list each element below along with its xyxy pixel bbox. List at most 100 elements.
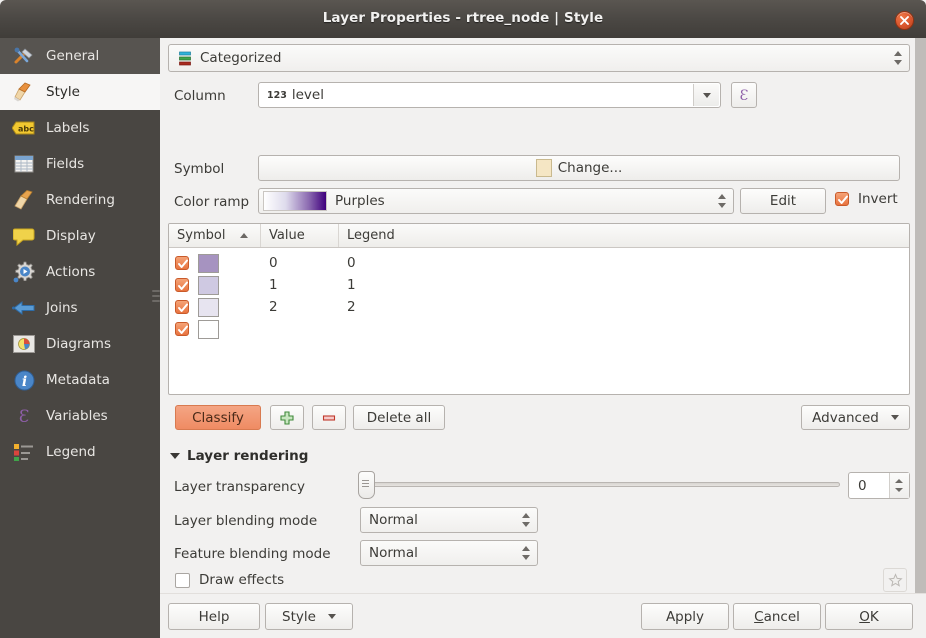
categories-table[interactable]: Symbol Value Legend 0 0 1 1 2 2: [168, 223, 910, 395]
row-checkbox[interactable]: [175, 278, 189, 292]
chevron-down-icon: [327, 614, 336, 619]
table-row[interactable]: 1 1: [169, 274, 909, 296]
advanced-button[interactable]: Advanced: [801, 405, 910, 430]
color-ramp-combo[interactable]: Purples: [258, 188, 734, 214]
renderer-type-combo[interactable]: Categorized: [168, 44, 910, 72]
color-ramp-spin-arrows[interactable]: [718, 193, 727, 209]
svg-text:abc: abc: [18, 125, 34, 134]
spin-arrows[interactable]: [522, 545, 531, 561]
column-input[interactable]: 123 level: [258, 82, 721, 108]
checkmark-icon: [178, 303, 188, 312]
speech-bubble-icon: [11, 224, 37, 248]
cancel-button[interactable]: Cancel: [733, 603, 821, 630]
renderer-type-value: Categorized: [200, 50, 282, 66]
row-color-swatch[interactable]: [198, 275, 219, 295]
table-row[interactable]: 0 0: [169, 252, 909, 274]
row-legend[interactable]: 0: [339, 255, 909, 271]
sidebar-item-diagrams[interactable]: Diagrams: [0, 326, 160, 362]
sort-ascending-icon: [240, 233, 248, 238]
row-value[interactable]: 2: [261, 299, 339, 315]
column-dropdown-arrow[interactable]: [693, 84, 719, 106]
style-menu-button[interactable]: Style: [265, 603, 353, 630]
sidebar-item-label: Metadata: [46, 372, 110, 388]
color-ramp-edit-button[interactable]: Edit: [740, 188, 826, 214]
draw-effects-row[interactable]: Draw effects: [175, 572, 284, 588]
symbol-change-label: Change...: [557, 160, 623, 176]
sidebar-item-labels[interactable]: abc Labels: [0, 110, 160, 146]
sidebar-item-rendering[interactable]: Rendering: [0, 182, 160, 218]
row-color-swatch[interactable]: [198, 297, 219, 317]
row-legend[interactable]: 2: [339, 299, 909, 315]
layer-transparency-slider-handle[interactable]: [358, 471, 375, 499]
row-checkbox[interactable]: [175, 256, 189, 270]
row-value[interactable]: 1: [261, 277, 339, 293]
style-panel: Categorized Column 123 level Ɛ Symbol Ch…: [160, 38, 926, 638]
spin-arrows[interactable]: [889, 473, 909, 498]
layer-properties-dialog: Layer Properties - rtree_node | Style Ge…: [0, 0, 926, 638]
sidebar-item-label: Joins: [46, 300, 78, 316]
feature-blending-mode-combo[interactable]: Normal: [360, 540, 538, 566]
close-icon: [900, 16, 909, 25]
sidebar-item-variables[interactable]: Ɛ Variables: [0, 398, 160, 434]
sidebar-item-legend[interactable]: Legend: [0, 434, 160, 470]
layer-blending-mode-combo[interactable]: Normal: [360, 507, 538, 533]
legend-list-icon: [11, 440, 37, 464]
row-symbol-cell[interactable]: [169, 297, 261, 317]
symbol-change-button[interactable]: Change...: [258, 155, 900, 181]
spin-arrows[interactable]: [522, 512, 531, 528]
column-header-value[interactable]: Value: [261, 224, 339, 247]
layer-transparency-slider-track[interactable]: [360, 482, 840, 487]
sidebar-item-style[interactable]: Style: [0, 74, 160, 110]
classify-button[interactable]: Classify: [175, 405, 261, 430]
sidebar-item-fields[interactable]: Fields: [0, 146, 160, 182]
row-checkbox[interactable]: [175, 300, 189, 314]
window-title: Layer Properties - rtree_node | Style: [322, 10, 604, 26]
layer-transparency-spinbox[interactable]: 0: [848, 472, 910, 499]
sidebar-item-label: General: [46, 48, 100, 64]
invert-checkbox-row[interactable]: Invert: [835, 191, 898, 207]
abc-label-icon: abc: [11, 116, 37, 140]
delete-all-button[interactable]: Delete all: [353, 405, 445, 430]
panel-scrollbar[interactable]: [915, 38, 926, 594]
row-symbol-cell[interactable]: [169, 253, 261, 273]
sidebar-item-metadata[interactable]: i Metadata: [0, 362, 160, 398]
sidebar-item-label: Variables: [46, 408, 108, 424]
row-legend[interactable]: 1: [339, 277, 909, 293]
title-bar[interactable]: Layer Properties - rtree_node | Style: [0, 0, 926, 38]
sidebar-item-joins[interactable]: Joins: [0, 290, 160, 326]
arrow-left-join-icon: [11, 296, 37, 320]
column-expression-button[interactable]: Ɛ: [731, 82, 757, 108]
draw-effects-settings-button[interactable]: [883, 568, 907, 592]
table-row[interactable]: 2 2: [169, 296, 909, 318]
row-color-swatch[interactable]: [198, 253, 219, 273]
add-category-button[interactable]: [270, 405, 304, 430]
row-symbol-cell[interactable]: [169, 275, 261, 295]
ok-button[interactable]: OK: [825, 603, 913, 630]
invert-checkbox[interactable]: [835, 192, 849, 206]
remove-category-button[interactable]: [312, 405, 346, 430]
help-button[interactable]: Help: [168, 603, 260, 630]
header-label: Legend: [347, 228, 395, 243]
column-header-symbol[interactable]: Symbol: [169, 224, 261, 247]
layer-transparency-value: 0: [858, 477, 867, 494]
pie-chart-icon: [11, 332, 37, 356]
row-value[interactable]: 0: [261, 255, 339, 271]
draw-effects-checkbox[interactable]: [175, 572, 190, 588]
sidebar-item-display[interactable]: Display: [0, 218, 160, 254]
layer-rendering-section-header[interactable]: Layer rendering: [170, 448, 308, 464]
row-symbol-cell[interactable]: [169, 319, 261, 339]
table-row[interactable]: [169, 318, 909, 340]
layer-transparency-label: Layer transparency: [174, 479, 306, 495]
sidebar-item-label: Rendering: [46, 192, 115, 208]
row-checkbox[interactable]: [175, 322, 189, 336]
sidebar-scroll-indicator[interactable]: [152, 290, 160, 305]
color-ramp-value: Purples: [335, 193, 385, 209]
close-button[interactable]: [895, 11, 914, 30]
sidebar-item-actions[interactable]: Actions: [0, 254, 160, 290]
renderer-spin-arrows[interactable]: [894, 50, 903, 66]
row-color-swatch[interactable]: [198, 319, 219, 339]
apply-button[interactable]: Apply: [641, 603, 729, 630]
layer-blending-mode-value: Normal: [369, 512, 418, 528]
sidebar-item-general[interactable]: General: [0, 38, 160, 74]
column-header-legend[interactable]: Legend: [339, 224, 909, 247]
